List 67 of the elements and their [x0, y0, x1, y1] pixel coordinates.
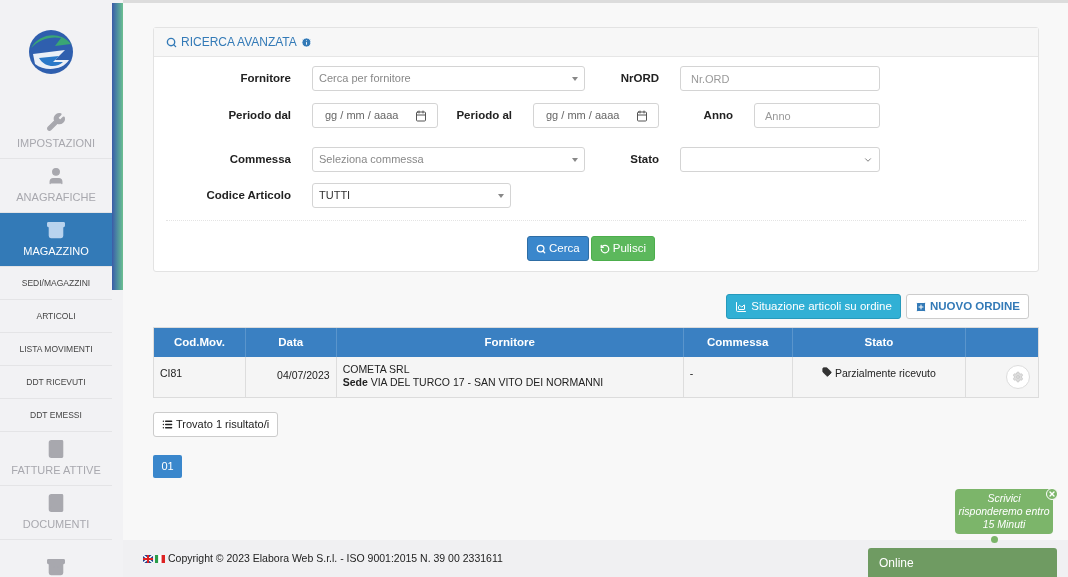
box-icon	[46, 219, 66, 240]
submenu-item[interactable]: DDT EMESSI	[0, 399, 112, 432]
select-field[interactable]: Cerca per fornitore	[312, 66, 585, 91]
field-label: Periodo dal	[227, 109, 291, 122]
calendar-icon	[636, 109, 648, 122]
chat-bar[interactable]: Online	[868, 548, 1057, 577]
select-field[interactable]: TUTTI	[312, 183, 511, 208]
column-header: Data	[278, 334, 304, 350]
results-count-button[interactable]: Trovato 1 risultato/i	[153, 412, 279, 437]
caret-icon	[572, 157, 578, 162]
wrench-icon	[46, 111, 66, 132]
column-header: Stato	[864, 334, 894, 350]
column-header: Commessa	[707, 334, 769, 350]
settings-button[interactable]	[1006, 365, 1030, 389]
date-field[interactable]: gg / mm / aaaa	[533, 103, 659, 128]
text-field[interactable]: Anno	[754, 103, 880, 128]
submenu-item[interactable]: LISTA MOVIMENTI	[0, 333, 112, 366]
nav-item[interactable]: DOCUMENTI	[0, 486, 112, 540]
nav-item[interactable]: IMPOSTAZIONI	[0, 105, 112, 159]
submenu-item[interactable]: ARTICOLI	[0, 300, 112, 333]
settings-icon	[1012, 371, 1024, 383]
reset-button[interactable]: Pulisci	[590, 236, 655, 261]
field-label: Codice Articolo	[205, 189, 291, 202]
articles-status-button[interactable]: Situazione articoli su ordine	[726, 294, 901, 319]
caret-icon	[498, 193, 504, 198]
list-icon	[162, 419, 173, 430]
supplier-name: COMETA SRL	[342, 363, 411, 376]
submenu-item[interactable]: SEDI/MAGAZZINI	[0, 267, 112, 300]
flags-icon	[143, 554, 165, 563]
info-icon	[300, 36, 312, 48]
table-cell: -	[689, 367, 694, 379]
search-icon	[536, 243, 547, 254]
nav-item[interactable]: FATTURE ATTIVE	[0, 432, 112, 486]
tag-icon	[821, 367, 832, 377]
field-label: NrORD	[619, 72, 659, 85]
caret-icon	[572, 76, 578, 81]
field-label: Commessa	[228, 153, 291, 166]
status-text: Parzialmente ricevuto	[834, 366, 936, 381]
select-field[interactable]	[680, 147, 880, 172]
chart-icon	[735, 300, 748, 313]
select-field[interactable]: Seleziona commessa	[312, 147, 585, 172]
date-field[interactable]: gg / mm / aaaa	[312, 103, 438, 128]
chat-bubble[interactable]: Scrivici risponderemo entro 15 Minuti	[955, 489, 1053, 534]
plus-icon	[914, 300, 927, 313]
calendar-icon	[415, 109, 427, 122]
column-header: Cod.Mov.	[173, 334, 225, 350]
column-header: Fornitore	[484, 334, 535, 350]
table-cell: CI81	[160, 367, 183, 379]
reset-icon	[599, 243, 610, 254]
field-label: Fornitore	[239, 72, 291, 85]
box-icon	[46, 556, 66, 577]
panel-title: RICERCA AVANZATA	[181, 34, 297, 51]
search-button[interactable]: Cerca	[527, 236, 589, 261]
copyright-text: Copyright © 2023 Elabora Web S.r.l. - ISO 9001:2015 N. 39 00 2331611	[168, 550, 503, 566]
close-button[interactable]	[1046, 488, 1058, 500]
search-icon	[166, 36, 177, 48]
page-button[interactable]: 01	[153, 455, 182, 478]
field-label: Periodo al	[455, 109, 512, 122]
new-order-button[interactable]: NUOVO ORDINE	[905, 294, 1029, 319]
field-label: Anno	[702, 109, 733, 122]
field-label: Stato	[629, 153, 659, 166]
text-field[interactable]: Nr.ORD	[680, 66, 880, 91]
supplier-address: Sede VIA DEL TURCO 17 - SAN VITO DEI NORMANNI	[342, 376, 605, 389]
submenu-item[interactable]: DDT RICEVUTI	[0, 366, 112, 399]
close-icon	[1048, 490, 1056, 498]
nav-item[interactable]: MAGAZZINO	[0, 213, 112, 267]
table-cell: 04/07/2023	[277, 369, 330, 381]
